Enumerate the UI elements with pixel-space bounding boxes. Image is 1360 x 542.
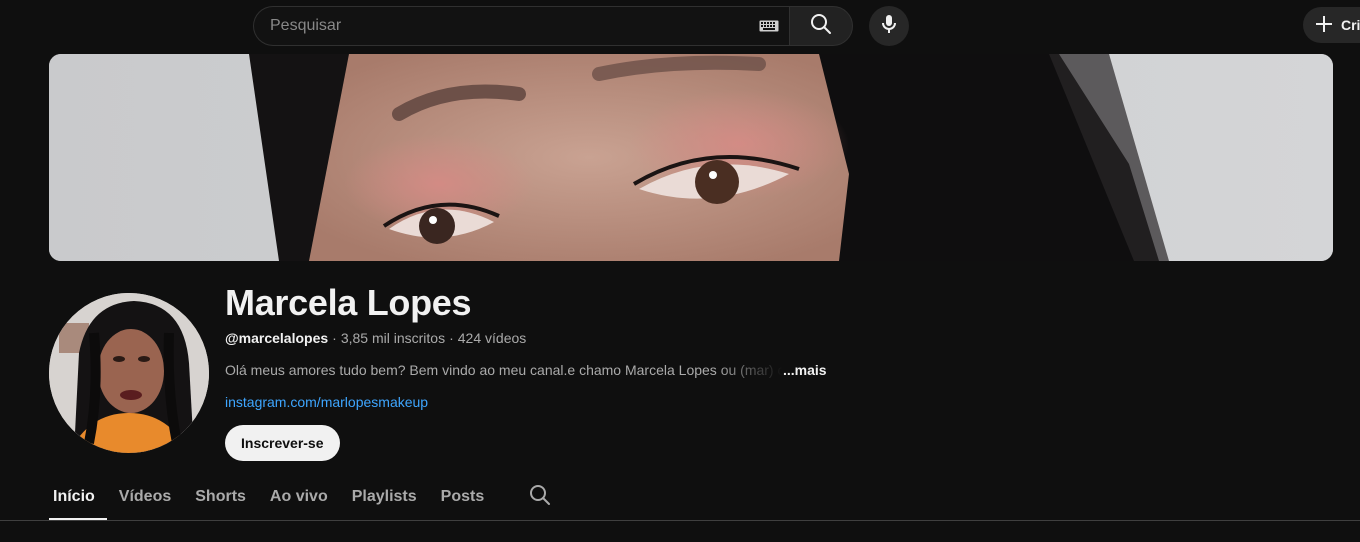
channel-tabs: Início Vídeos Shorts Ao vivo Playlists P… [49,474,560,520]
tab-playlists[interactable]: Playlists [340,474,429,520]
channel-search-button[interactable] [520,474,560,520]
search-icon [809,12,833,41]
meta-separator: · [332,330,337,346]
keyboard-icon[interactable] [759,19,779,33]
tabs-divider [0,520,1360,521]
search-field[interactable] [253,6,789,46]
create-label: Cri [1341,17,1360,33]
subscriber-count: 3,85 mil inscritos [340,330,446,346]
plus-icon [1313,13,1335,38]
channel-link[interactable]: instagram.com/marlopesmakeup [225,394,428,410]
tab-posts[interactable]: Posts [429,474,497,520]
search-button[interactable] [789,6,853,46]
tab-ao-vivo[interactable]: Ao vivo [258,474,340,520]
channel-avatar[interactable] [49,293,209,453]
create-button[interactable]: Cri [1303,7,1360,43]
description-text: Olá meus amores tudo bem? Bem vindo ao m… [225,362,783,378]
banner-image [49,54,1333,261]
channel-banner [49,54,1333,261]
tab-shorts[interactable]: Shorts [183,474,258,520]
tab-videos[interactable]: Vídeos [107,474,183,520]
channel-name: Marcela Lopes [225,282,472,323]
more-link[interactable]: ...mais [783,362,827,378]
channel-description[interactable]: Olá meus amores tudo bem? Bem vindo ao m… [225,362,827,378]
channel-meta: @marcelalopes · 3,85 mil inscritos · 424… [225,330,526,346]
search-input[interactable] [270,17,759,35]
search-icon [528,483,552,512]
mic-icon [877,12,901,41]
video-count: 424 vídeos [457,330,527,346]
subscribe-button[interactable]: Inscrever-se [225,425,340,461]
voice-search-button[interactable] [869,6,909,46]
channel-handle: @marcelalopes [225,330,329,346]
meta-separator: · [449,330,454,346]
search-bar [253,6,853,46]
tab-inicio[interactable]: Início [49,474,107,520]
avatar-image [49,293,209,453]
